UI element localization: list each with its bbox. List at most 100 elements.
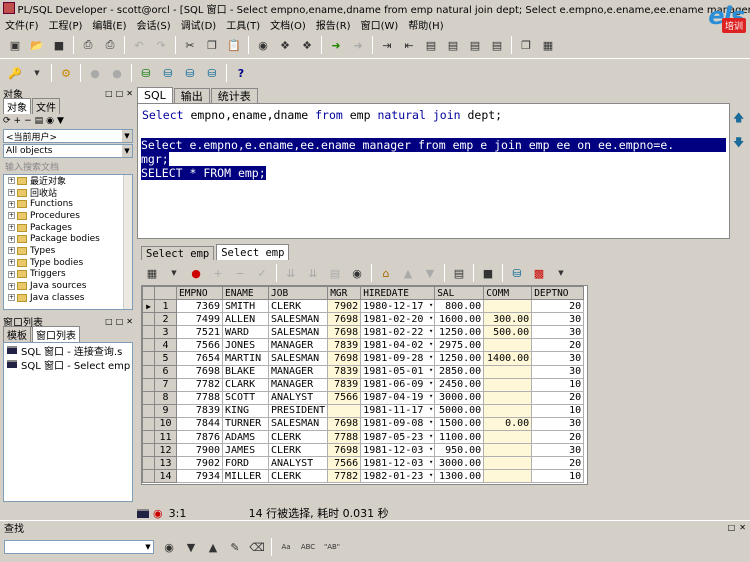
cell-job[interactable]: SALESMAN <box>267 351 329 366</box>
comment-icon[interactable]: ▤ <box>466 36 484 54</box>
table-row[interactable]: ▶ 1 7369 SMITH CLERK 7902 1980-12-17 ▾ 800.00 20 <box>142 299 585 314</box>
down-icon[interactable]: ▼ <box>421 264 439 282</box>
cell-mgr[interactable]: 7902 <box>327 299 362 314</box>
redo-icon[interactable]: ↷ <box>152 36 170 54</box>
copy-icon[interactable]: ❐ <box>203 36 221 54</box>
cell-ename[interactable]: ADAMS <box>222 430 269 445</box>
cell-comm[interactable] <box>483 364 533 379</box>
case-sensitive-icon[interactable]: Aa <box>277 538 295 556</box>
table-row[interactable]: 6 7698 BLAKE MANAGER 7839 1981-05-01 ▾ 2850.00… <box>142 364 585 379</box>
find-input[interactable]: ▼ <box>4 540 154 554</box>
cell-empno[interactable]: 7521 <box>176 325 223 340</box>
cell-empno[interactable]: 7839 <box>176 403 223 418</box>
chart-icon[interactable]: ▩ <box>530 264 548 282</box>
window-list-item[interactable]: SQL 窗口 - Select emp <box>4 357 132 372</box>
cell-deptno[interactable]: 30 <box>531 364 585 379</box>
cell-sal[interactable]: 950.00 <box>434 443 485 458</box>
cell-ename[interactable]: JONES <box>222 338 269 353</box>
menu-session[interactable]: 会话(S) <box>132 17 176 32</box>
single-record-icon[interactable]: ▤ <box>450 264 468 282</box>
session-icon[interactable]: ⛁ <box>203 64 221 82</box>
tree-item[interactable]: + Procedures <box>4 210 132 222</box>
lowercase-icon[interactable]: ▤ <box>444 36 462 54</box>
column-header-sal[interactable]: SAL <box>434 286 485 301</box>
cell-deptno[interactable]: 30 <box>531 443 585 458</box>
open-icon[interactable]: 📂 <box>28 36 46 54</box>
cell-ename[interactable]: FORD <box>222 456 269 471</box>
object-filter-select[interactable]: All objects ▼ <box>3 144 133 158</box>
table-row[interactable]: 8 7788 SCOTT ANALYST 7566 1987-04-19 ▾ 3000.00… <box>142 390 585 405</box>
cell-empno[interactable]: 7566 <box>176 338 223 353</box>
column-header-empno[interactable]: EMPNO <box>176 286 223 301</box>
menu-help[interactable]: 帮助(H) <box>403 17 448 32</box>
fetch-last-icon[interactable]: ⇊ <box>304 264 322 282</box>
cell-hiredate[interactable]: 1981-04-02 ▾ <box>360 338 436 353</box>
chevron-down-icon[interactable]: ▼ <box>552 264 570 282</box>
close-icon[interactable]: ✕ <box>126 89 133 98</box>
row-indicator[interactable] <box>142 469 155 484</box>
commit-icon[interactable]: ● <box>86 64 104 82</box>
user-select[interactable]: <当前用户> ▼ <box>3 129 133 143</box>
exact-match-icon[interactable]: "AB" <box>321 538 343 556</box>
undo-icon[interactable]: ↶ <box>130 36 148 54</box>
cell-mgr[interactable] <box>327 403 362 418</box>
row-indicator[interactable] <box>142 443 155 458</box>
cell-ename[interactable]: KING <box>222 403 269 418</box>
tab-objects[interactable]: 对象 <box>3 98 31 114</box>
up-icon[interactable]: ▲ <box>399 264 417 282</box>
table-row[interactable]: 3 7521 WARD SALESMAN 7698 1981-02-22 ▾ 1250.00… <box>142 325 585 340</box>
add-icon[interactable]: + <box>14 116 22 126</box>
cell-job[interactable]: ANALYST <box>267 456 329 471</box>
table-row[interactable]: 12 7900 JAMES CLERK 7698 1981-12-03 ▾ 950.00 30 <box>142 443 585 458</box>
pin-icon[interactable]: □ <box>105 89 113 98</box>
cell-job[interactable]: CLERK <box>267 299 329 314</box>
cell-comm[interactable] <box>483 456 533 471</box>
row-indicator[interactable] <box>142 364 155 379</box>
cell-ename[interactable]: MARTIN <box>222 351 269 366</box>
row-indicator[interactable] <box>142 390 155 405</box>
row-indicator[interactable] <box>142 430 155 445</box>
cut-icon[interactable]: ✂ <box>181 36 199 54</box>
cell-comm[interactable]: 500.00 <box>483 325 533 340</box>
whole-word-icon[interactable]: ABC <box>299 538 317 556</box>
cell-ename[interactable]: CLARK <box>222 377 269 392</box>
highlight-icon[interactable]: ✎ <box>226 538 244 556</box>
object-search-input[interactable]: 输入搜索文档 <box>3 159 133 173</box>
cell-sal[interactable]: 2850.00 <box>434 364 485 379</box>
home-icon[interactable]: ⌂ <box>377 264 395 282</box>
tab-result-2[interactable]: Select emp <box>216 244 290 260</box>
row-indicator[interactable] <box>142 325 155 340</box>
cell-mgr[interactable]: 7566 <box>327 390 362 405</box>
cell-job[interactable]: MANAGER <box>267 364 329 379</box>
save-icon[interactable]: ■ <box>50 36 68 54</box>
menu-debug[interactable]: 调试(D) <box>176 17 222 32</box>
column-header-hiredate[interactable]: HIREDATE <box>360 286 436 301</box>
cell-empno[interactable]: 7876 <box>176 430 223 445</box>
execute-icon[interactable]: ⚙ <box>57 64 75 82</box>
cell-hiredate[interactable]: 1981-05-01 ▾ <box>360 364 436 379</box>
fetch-next-icon[interactable]: ⇊ <box>282 264 300 282</box>
cell-empno[interactable]: 7698 <box>176 364 223 379</box>
tree-item[interactable]: + Types <box>4 245 132 257</box>
cell-mgr[interactable]: 7698 <box>327 416 362 432</box>
cell-mgr[interactable]: 7566 <box>327 456 362 471</box>
tab-output[interactable]: 输出 <box>173 88 210 103</box>
add-record-icon[interactable]: + <box>209 264 227 282</box>
tree-item[interactable]: + Package bodies <box>4 233 132 245</box>
tab-sql[interactable]: SQL <box>137 87 173 103</box>
menu-file[interactable]: 文件(F) <box>0 17 44 32</box>
paste-icon[interactable]: 📋 <box>225 36 243 54</box>
row-indicator[interactable] <box>142 403 155 418</box>
cell-sal[interactable]: 1100.00 <box>434 430 485 445</box>
cell-job[interactable]: MANAGER <box>267 338 329 353</box>
find-next-icon[interactable]: ▼ <box>182 538 200 556</box>
cell-ename[interactable]: BLAKE <box>222 364 269 379</box>
cell-hiredate[interactable]: 1981-06-09 ▾ <box>360 377 436 392</box>
query-by-example-icon[interactable]: ▤ <box>326 264 344 282</box>
cell-mgr[interactable]: 7782 <box>327 469 362 484</box>
table-row[interactable]: 2 7499 ALLEN SALESMAN 7698 1981-02-20 ▾ 1600.0… <box>142 312 585 327</box>
cell-comm[interactable] <box>483 377 533 392</box>
cell-comm[interactable] <box>483 338 533 353</box>
uppercase-icon[interactable]: ▤ <box>422 36 440 54</box>
cell-empno[interactable]: 7844 <box>176 416 223 432</box>
